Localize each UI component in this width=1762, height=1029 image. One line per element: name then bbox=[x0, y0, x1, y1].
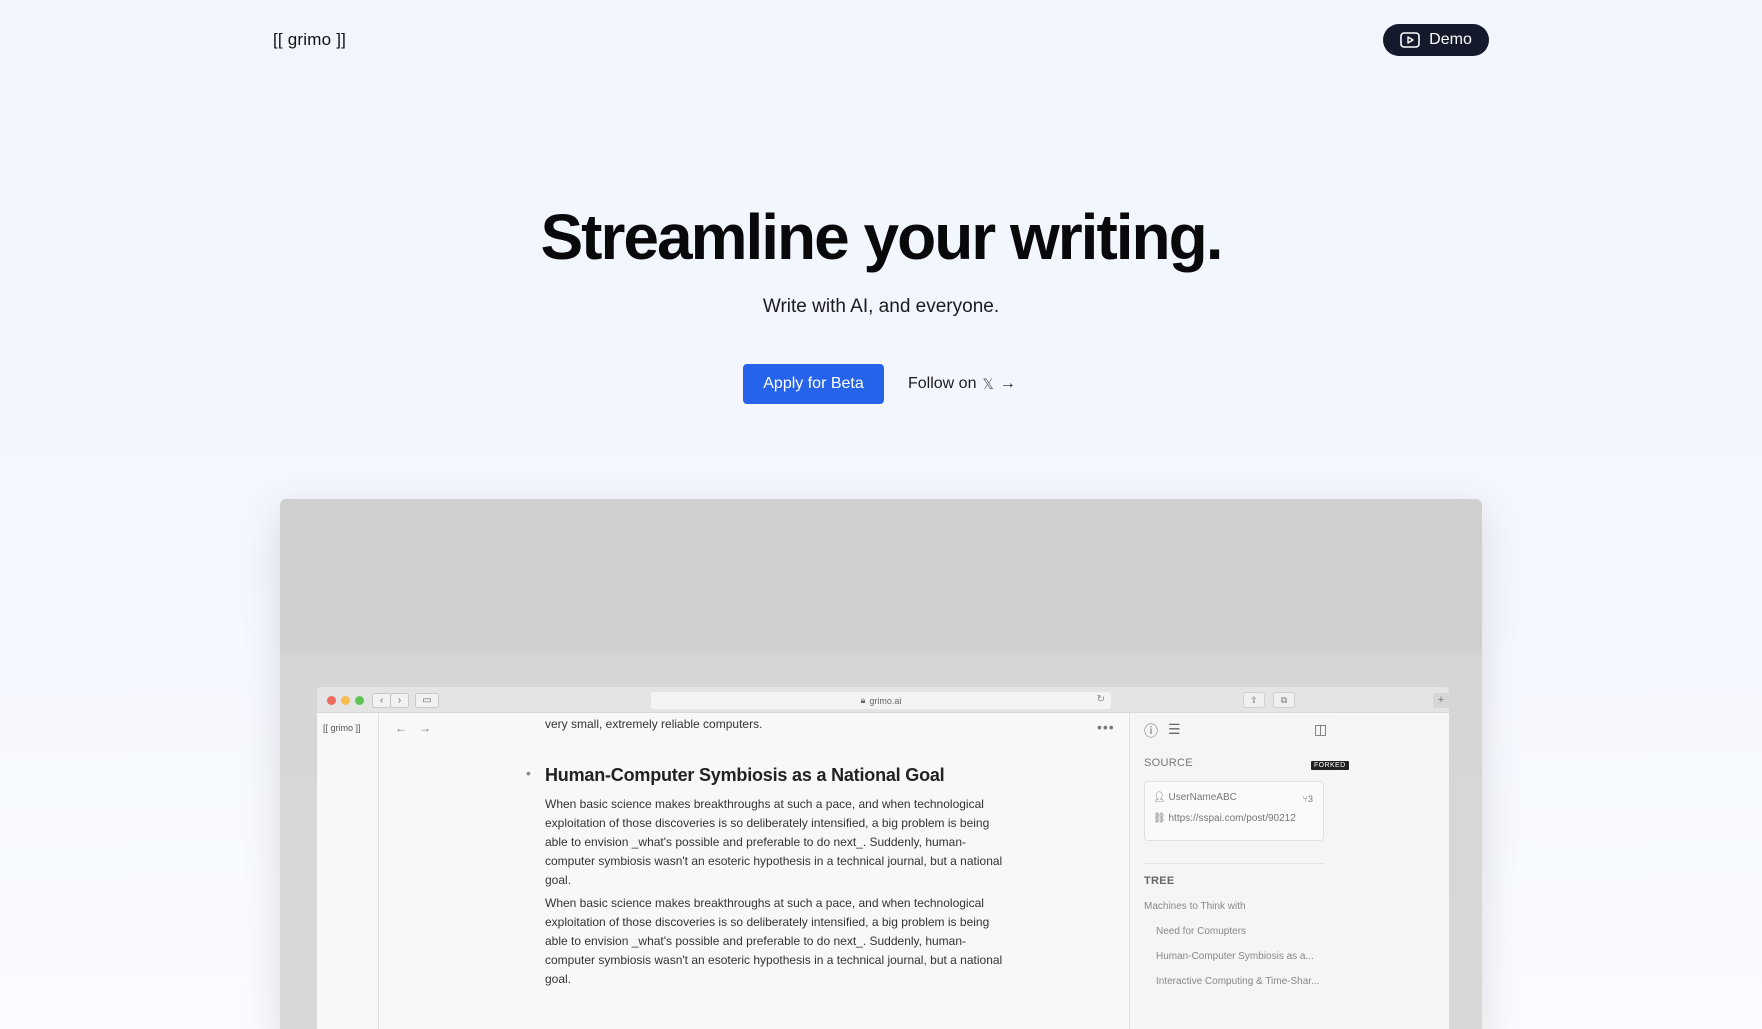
reload-icon: ↻ bbox=[1096, 694, 1105, 705]
url-text: grimo.ai bbox=[869, 695, 902, 706]
tree-label: TREE bbox=[1144, 875, 1175, 887]
follow-on-x-link[interactable]: Follow on 𝕏 → bbox=[908, 364, 1016, 404]
url-row: ⛓︎ https://sspai.com/post/90212 bbox=[1153, 813, 1296, 824]
database-icon: ☰ bbox=[1168, 721, 1181, 737]
forward-icon: › bbox=[390, 693, 409, 708]
tree-item: Interactive Computing & Time-Shar... bbox=[1156, 976, 1320, 987]
sidebar-icon: ▭ bbox=[415, 693, 439, 708]
landing-page: [[ grimo ]] Demo Streamline your writing… bbox=[0, 0, 1762, 1029]
minimize-dot-icon bbox=[341, 696, 350, 705]
source-url: https://sspai.com/post/90212 bbox=[1168, 813, 1296, 824]
close-dot-icon bbox=[327, 696, 336, 705]
forked-badge: FORKED bbox=[1311, 761, 1349, 770]
fork-count: ⑂3 bbox=[1303, 794, 1313, 804]
hero-subtitle: Write with AI, and everyone. bbox=[762, 296, 1000, 317]
editor-area: ← → ••• very small, extremely reliable c… bbox=[379, 713, 1129, 1029]
address-bar: 🔒︎ grimo.ai ↻ bbox=[651, 692, 1111, 709]
info-panel: ⓘ ☰ ◫ SOURCE FORKED 👤︎ UserNameABC ⑂3 ⛓︎… bbox=[1129, 713, 1349, 1029]
follow-label: Follow on bbox=[908, 375, 977, 392]
doc-heading: Human-Computer Symbiosis as a National G… bbox=[545, 765, 945, 785]
share-icon: ⇪ bbox=[1243, 692, 1265, 708]
app-rail: [[ grimo ]] bbox=[317, 713, 379, 1029]
hero-title: Streamline your writing. bbox=[540, 201, 1223, 273]
info-icon: ⓘ bbox=[1144, 723, 1158, 739]
fork-count-value: 3 bbox=[1307, 794, 1313, 804]
bullet-icon: • bbox=[526, 765, 531, 781]
play-square-icon bbox=[1400, 32, 1420, 48]
maximize-dot-icon bbox=[355, 696, 364, 705]
source-label: SOURCE bbox=[1144, 757, 1193, 769]
product-screenshot-frame: ‹ › ▭ 🔒︎ grimo.ai ↻ ⇪ ⧉ + [[ grimo ]] ← … bbox=[280, 499, 1482, 1029]
panel-toggle-icon: ◫ bbox=[1314, 721, 1328, 737]
arrow-right-icon: → bbox=[999, 375, 1016, 392]
demo-label: Demo bbox=[1429, 31, 1472, 48]
doc-paragraph: When basic science makes breakthroughs a… bbox=[545, 797, 1003, 887]
browser-chrome: ‹ › ▭ 🔒︎ grimo.ai ↻ ⇪ ⧉ + bbox=[317, 687, 1449, 713]
new-tab-icon: + bbox=[1433, 693, 1449, 708]
apply-beta-button[interactable]: Apply for Beta bbox=[743, 364, 884, 404]
divider bbox=[1144, 863, 1324, 864]
user-row: 👤︎ UserNameABC bbox=[1153, 792, 1237, 803]
doc-line: very small, extremely reliable computers… bbox=[545, 717, 763, 731]
user-icon: 👤︎ bbox=[1153, 792, 1169, 803]
username: UserNameABC bbox=[1168, 792, 1237, 803]
tree-item: Human-Computer Symbiosis as a... bbox=[1156, 951, 1314, 962]
tabs-icon: ⧉ bbox=[1273, 692, 1295, 708]
editor-forward-icon: → bbox=[419, 721, 431, 735]
tree-item: Machines to Think with bbox=[1144, 901, 1246, 912]
editor-back-icon: ← bbox=[395, 721, 407, 735]
back-icon: ‹ bbox=[372, 693, 391, 708]
tree-item: Need for Comupters bbox=[1156, 926, 1247, 937]
more-icon: ••• bbox=[1097, 719, 1115, 735]
browser-window: ‹ › ▭ 🔒︎ grimo.ai ↻ ⇪ ⧉ + [[ grimo ]] ← … bbox=[317, 687, 1449, 1029]
source-card: 👤︎ UserNameABC ⑂3 ⛓︎ https://sspai.com/p… bbox=[1144, 781, 1324, 841]
doc-paragraph: When basic science makes breakthroughs a… bbox=[545, 896, 1003, 986]
demo-button[interactable]: Demo bbox=[1383, 24, 1489, 56]
brand-logo[interactable]: [[ grimo ]] bbox=[273, 30, 346, 50]
x-logo-icon: 𝕏 bbox=[982, 375, 994, 392]
lock-icon: 🔒︎ bbox=[860, 695, 866, 705]
app-logo: [[ grimo ]] bbox=[323, 723, 361, 733]
link-icon: ⛓︎ bbox=[1153, 813, 1169, 824]
